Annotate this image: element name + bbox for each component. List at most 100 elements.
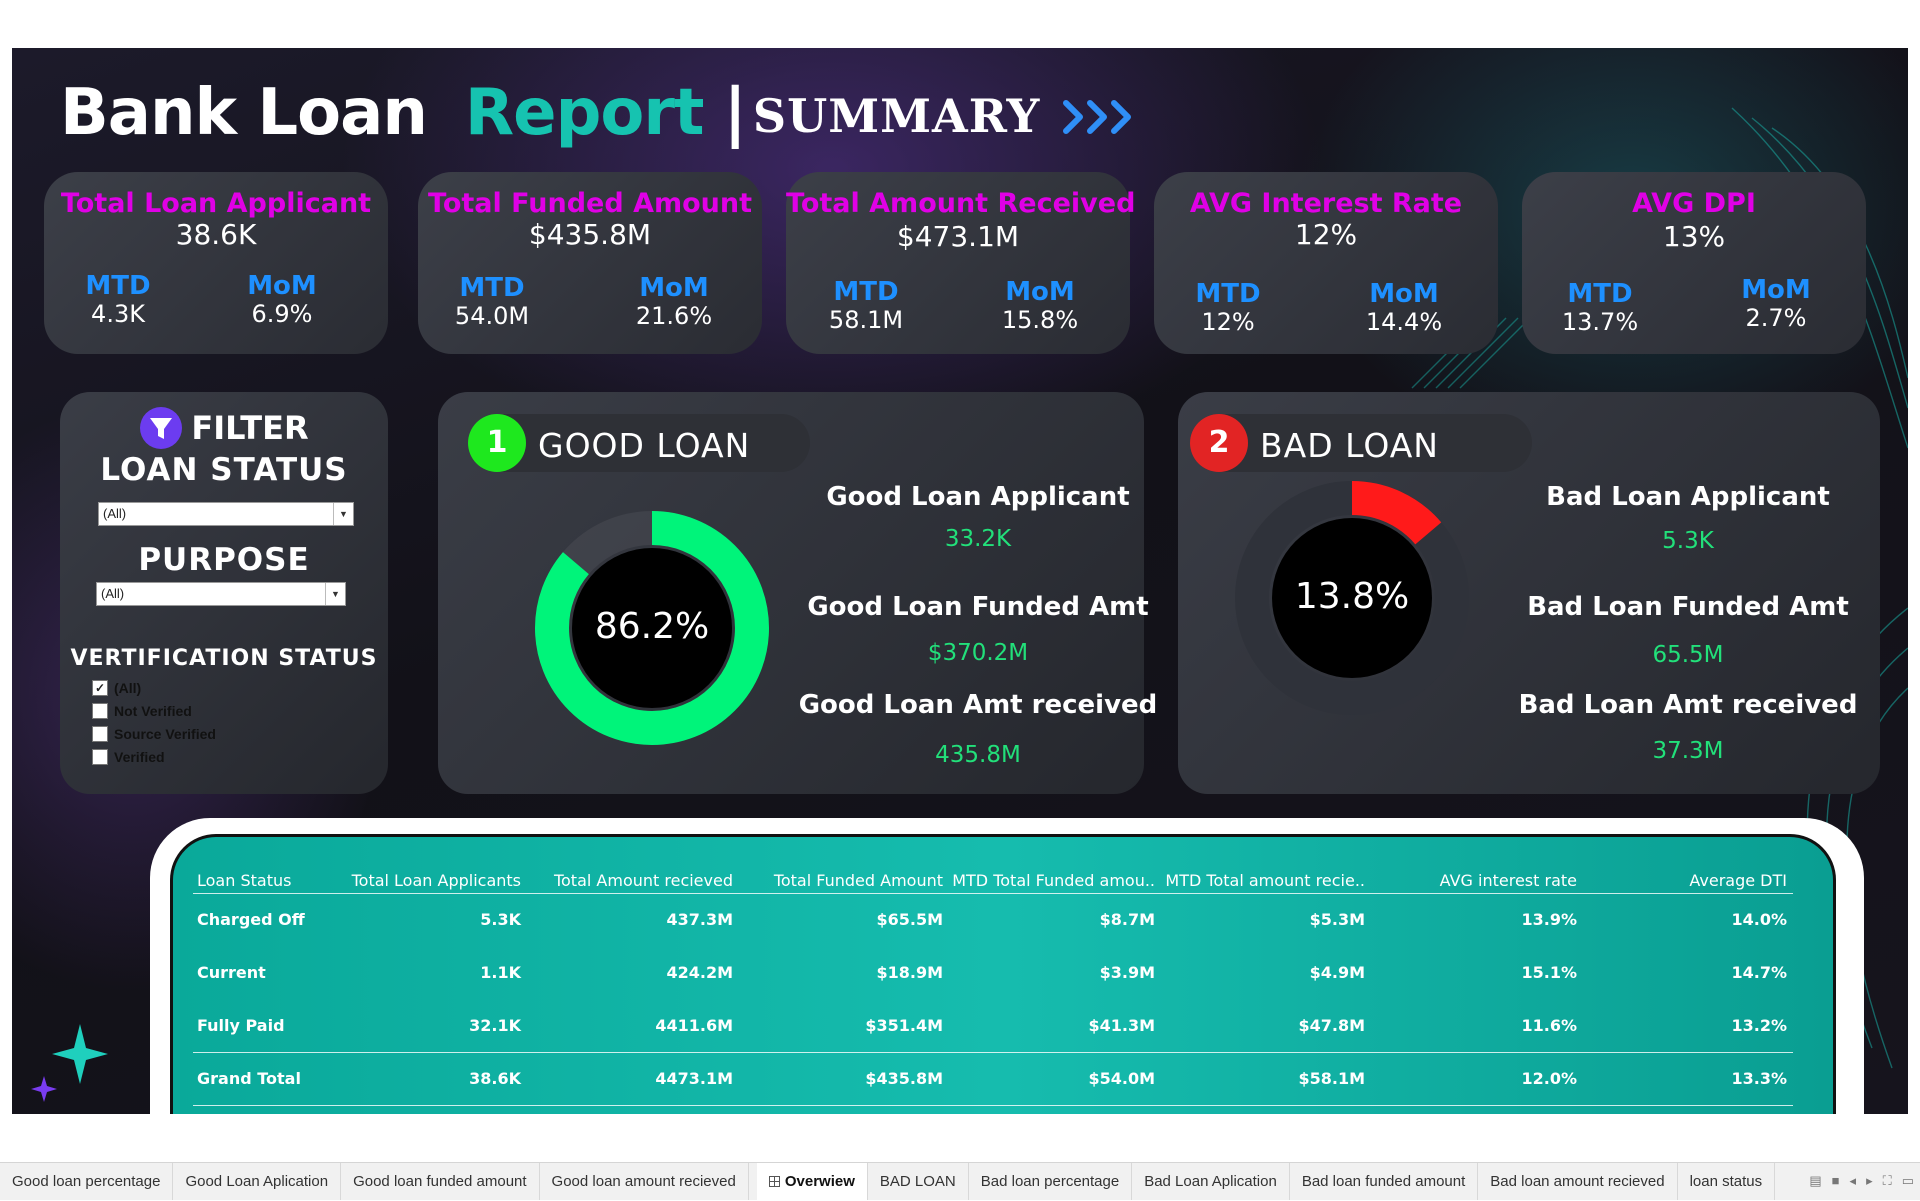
report-title: Bank Loan Report | SUMMARY <box>60 68 1136 158</box>
column-header[interactable]: Total Loan Applicants <box>313 871 527 894</box>
filter-funnel-icon <box>140 407 183 449</box>
table-cell: $3.9M <box>1099 963 1155 982</box>
checkbox-icon[interactable] <box>92 748 108 765</box>
column-header[interactable]: AVG interest rate <box>1371 871 1583 894</box>
tab-label: Good loan funded amount <box>353 1173 527 1190</box>
kpi-total-amount-received: Total Amount Received $473.1M MTD 58.1M … <box>786 172 1135 354</box>
kpi-mtd-value: 4.3K <box>91 300 145 328</box>
tab-label: Overwiew <box>784 1173 855 1190</box>
title-report: Report <box>464 76 705 150</box>
kpi-mom-value: 14.4% <box>1365 308 1443 336</box>
grid-view-icon[interactable]: ▤ <box>1809 1173 1821 1189</box>
purpose-dropdown[interactable]: (All) ▼ <box>96 582 346 606</box>
table-cell: $18.9M <box>876 963 943 982</box>
good-loan-title: GOOD LOAN <box>538 426 751 465</box>
table-cell: $47.8M <box>1298 1015 1365 1035</box>
table-row[interactable]: Fully Paid 32.1K 4411.6M $351.4M $41.3M … <box>193 999 1793 1052</box>
kpi-mtd: MTD 13.7% <box>1530 280 1670 336</box>
tab-loan-status[interactable]: loan status <box>1678 1163 1776 1200</box>
tab-label: Bad loan funded amount <box>1301 1173 1466 1190</box>
column-header[interactable]: Total Amount recieved <box>527 871 739 894</box>
kpi-mom: MoM 2.7% <box>1706 276 1846 332</box>
tab-good-loan-aplication[interactable]: Good Loan Aplication <box>173 1163 342 1200</box>
kpi-mtd-label: MTD <box>459 273 525 303</box>
tab-navigation-controls: ▤ ■ ◂ ▸ ⛶ ▭ <box>1809 1173 1914 1189</box>
tab-good-loan-funded-amount[interactable]: Good loan funded amount <box>341 1163 540 1200</box>
tab-label: BAD LOAN <box>879 1173 956 1190</box>
table-cell: $5.3M <box>1309 910 1365 930</box>
table-row[interactable]: Charged Off 5.3K 437.3M $65.5M $8.7M $5.… <box>193 893 1793 946</box>
verification-option-verified[interactable]: Verified <box>92 745 216 768</box>
kpi-mom-value: 21.6% <box>635 302 713 330</box>
kpi-mom-value: 2.7% <box>1745 304 1807 332</box>
table-cell: 4411.6M <box>655 1015 733 1035</box>
dropdown-arrow-icon[interactable]: ▼ <box>325 583 345 605</box>
table-cell: $351.4M <box>865 1015 943 1035</box>
table-cell: $65.5M <box>876 910 943 930</box>
table-cell: 424.2M <box>666 963 733 982</box>
verification-option-source-verified[interactable]: Source Verified <box>92 722 216 745</box>
tab-label: Bad loan percentage <box>980 1173 1120 1190</box>
tab-bad-loan-funded-amount[interactable]: Bad loan funded amount <box>1290 1163 1479 1200</box>
checkbox-icon[interactable] <box>92 702 108 719</box>
prev-sheet-icon[interactable]: ◂ <box>1850 1173 1857 1189</box>
table-total-row[interactable]: Grand Total 38.6K 4473.1M $435.8M $54.0M… <box>193 1051 1793 1106</box>
tab-bad-loan[interactable]: BAD LOAN <box>868 1163 969 1200</box>
kpi-mom: MoM 15.8% <box>970 278 1110 334</box>
purpose-selected: (All) <box>101 586 125 601</box>
verification-option-not-verified[interactable]: Not Verified <box>92 699 216 722</box>
kpi-avg-interest-rate: AVG Interest Rate 12% MTD 12% MoM 14.4% <box>1154 172 1498 354</box>
table-cell: Fully Paid <box>197 1015 285 1035</box>
table-cell: 15.1% <box>1521 963 1577 982</box>
table-cell: 13.2% <box>1731 1015 1787 1035</box>
verification-option-label: Source Verified <box>114 725 216 742</box>
bad-loan-panel: 2 BAD LOAN 13.8% Bad Loan Applicant 5.3K… <box>1178 392 1880 794</box>
bad-loan-title: BAD LOAN <box>1260 426 1439 465</box>
kpi-mom-value: 15.8% <box>1001 306 1079 334</box>
tab-bad-loan-percentage[interactable]: Bad loan percentage <box>969 1163 1133 1200</box>
tab-good-loan-amount-recieved[interactable]: Good loan amount recieved <box>540 1163 749 1200</box>
tab-bad-loan-amount-recieved[interactable]: Bad loan amount recieved <box>1478 1163 1678 1200</box>
kpi-title: AVG Interest Rate <box>1189 188 1463 219</box>
loan-status-dropdown[interactable]: (All) ▼ <box>98 502 354 526</box>
kpi-mom-label: MoM <box>639 273 709 303</box>
kpi-mtd-value: 58.1M <box>828 306 904 334</box>
column-header[interactable]: Total Funded Amount <box>739 871 949 894</box>
bad-loan-applicant-label: Bad Loan Applicant <box>1546 482 1830 512</box>
checkbox-checked-icon[interactable]: ✓ <box>92 679 108 696</box>
checkbox-icon[interactable] <box>92 725 108 742</box>
table-cell: 11.6% <box>1521 1015 1577 1035</box>
verification-option-all[interactable]: ✓ (All) <box>92 676 216 699</box>
good-loan-received-label: Good Loan Amt received <box>798 690 1158 720</box>
bad-loan-received-label: Bad Loan Amt received <box>1518 690 1858 720</box>
tab-label: Bad loan amount recieved <box>1490 1173 1665 1190</box>
kpi-mtd-label: MTD <box>1567 279 1633 309</box>
dropdown-arrow-icon[interactable]: ▼ <box>333 503 353 525</box>
kpi-value: 13% <box>1662 220 1726 253</box>
tab-overwiew[interactable]: Overwiew <box>756 1163 868 1200</box>
good-loan-funded-value: $370.2M <box>927 640 1029 666</box>
column-header[interactable]: Loan Status <box>193 871 313 894</box>
tab-bad-loan-aplication[interactable]: Bad Loan Aplication <box>1132 1163 1290 1200</box>
table-cell: $4.9M <box>1309 963 1365 982</box>
bad-loan-header: 2 BAD LOAN <box>1190 414 1532 472</box>
column-header[interactable]: MTD Total amount recie.. <box>1161 871 1371 894</box>
present-icon[interactable]: ▭ <box>1902 1173 1914 1189</box>
loan-status-selected: (All) <box>103 506 127 521</box>
tab-label: Bad Loan Aplication <box>1144 1173 1277 1190</box>
title-separator: | <box>723 76 747 150</box>
kpi-mtd: MTD 58.1M <box>796 278 936 334</box>
tab-good-loan-percentage[interactable]: Good loan percentage <box>0 1163 174 1200</box>
table-row[interactable]: Current 1.1K 424.2M $18.9M $3.9M $4.9M 1… <box>193 946 1793 999</box>
filmstrip-view-icon[interactable]: ■ <box>1832 1173 1840 1189</box>
column-header[interactable]: MTD Total Funded amou.. <box>949 871 1161 894</box>
column-header[interactable]: Average DTI <box>1583 871 1793 894</box>
kpi-value: $435.8M <box>528 218 652 251</box>
table-cell: 13.9% <box>1521 910 1577 930</box>
kpi-mom-label: MoM <box>1369 279 1439 309</box>
bad-loan-badge: 2 <box>1190 414 1248 472</box>
fullscreen-icon[interactable]: ⛶ <box>1883 1173 1892 1189</box>
title-summary: SUMMARY <box>752 89 1041 143</box>
sheet-tab-bar: Good loan percentage Good Loan Aplicatio… <box>0 1162 1920 1200</box>
next-sheet-icon[interactable]: ▸ <box>1866 1173 1873 1189</box>
